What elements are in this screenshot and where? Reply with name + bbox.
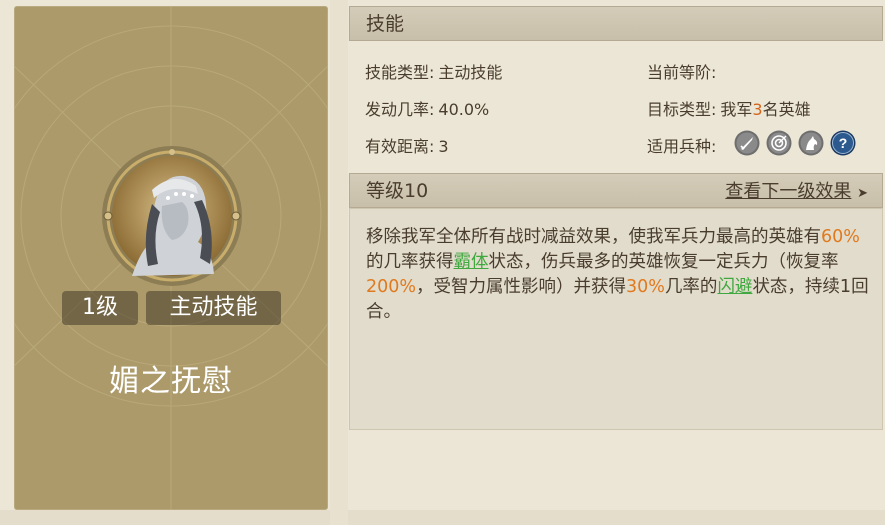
unit-types-row: 适用兵种: [647,133,720,157]
skill-name: 媚之抚慰 [109,364,233,399]
unit-types-icons: ? [734,130,856,156]
target-type-row: 目标类型: 我军3名英雄 [647,96,811,120]
level-title: 等级10 [366,180,429,202]
sword-icon [734,130,760,156]
keyword-link-1[interactable]: 霸体 [454,252,489,272]
skill-info-section: 技能 [349,6,883,41]
skill-type-label: 技能类型: [365,63,435,82]
unit-types-label: 适用兵种: [647,137,717,156]
skill-level-badge: 1级 [62,291,138,325]
desc-text-2: 的几率获得 [366,252,454,272]
trigger-rate-value: 40.0% [438,100,490,119]
svg-text:?: ? [839,135,848,151]
desc-value-3: 30% [626,277,665,297]
question-icon[interactable]: ? [830,130,856,156]
target-icon [766,130,792,156]
desc-text-1: 移除我军全体所有战时减益效果，使我军兵力最高的英雄有 [366,227,821,247]
target-count: 3 [752,100,763,119]
arrow-right-icon: ➤ [857,186,868,201]
target-prefix: 我军 [720,100,753,119]
skill-description: 移除我军全体所有战时减益效果，使我军兵力最高的英雄有60% 的几率获得霸体状态，伤… [366,225,872,325]
range-row: 有效距离: 3 [365,133,449,157]
target-suffix: 名英雄 [762,100,811,119]
skill-type-badge: 主动技能 [146,291,281,325]
rank-row: 当前等阶: [647,59,720,83]
desc-value-2: 200% [366,277,417,297]
target-type-label: 目标类型: [647,100,717,119]
skill-type-value: 主动技能 [438,63,503,82]
horse-icon [798,130,824,156]
range-label: 有效距离: [365,137,435,156]
skill-card: 1级 主动技能 媚之抚慰 [14,6,328,510]
range-value: 3 [438,137,449,156]
trigger-rate-label: 发动几率: [365,100,435,119]
desc-text-3: 状态，伤兵最多的英雄恢复一定兵力（恢复率 [488,252,839,272]
desc-value-1: 60% [821,227,860,247]
desc-text-5: 几率的 [664,277,718,297]
trigger-rate-row: 发动几率: 40.0% [365,96,489,120]
next-level-link[interactable]: 查看下一级效果 ➤ [725,174,868,211]
level-section: 等级10 查看下一级效果 ➤ [349,173,883,208]
level-header: 等级10 查看下一级效果 ➤ [349,173,883,208]
rank-label: 当前等阶: [647,63,717,82]
section-title: 技能 [349,6,883,41]
skill-type-row: 技能类型: 主动技能 [365,59,502,83]
desc-text-4: ，受智力属性影响）并获得 [416,277,627,297]
skill-description-box: 移除我军全体所有战时减益效果，使我军兵力最高的英雄有60% 的几率获得霸体状态，伤… [349,208,883,430]
hero-portrait [102,146,242,286]
keyword-link-2[interactable]: 闪避 [717,277,752,297]
next-level-link-text[interactable]: 查看下一级效果 [725,181,851,202]
